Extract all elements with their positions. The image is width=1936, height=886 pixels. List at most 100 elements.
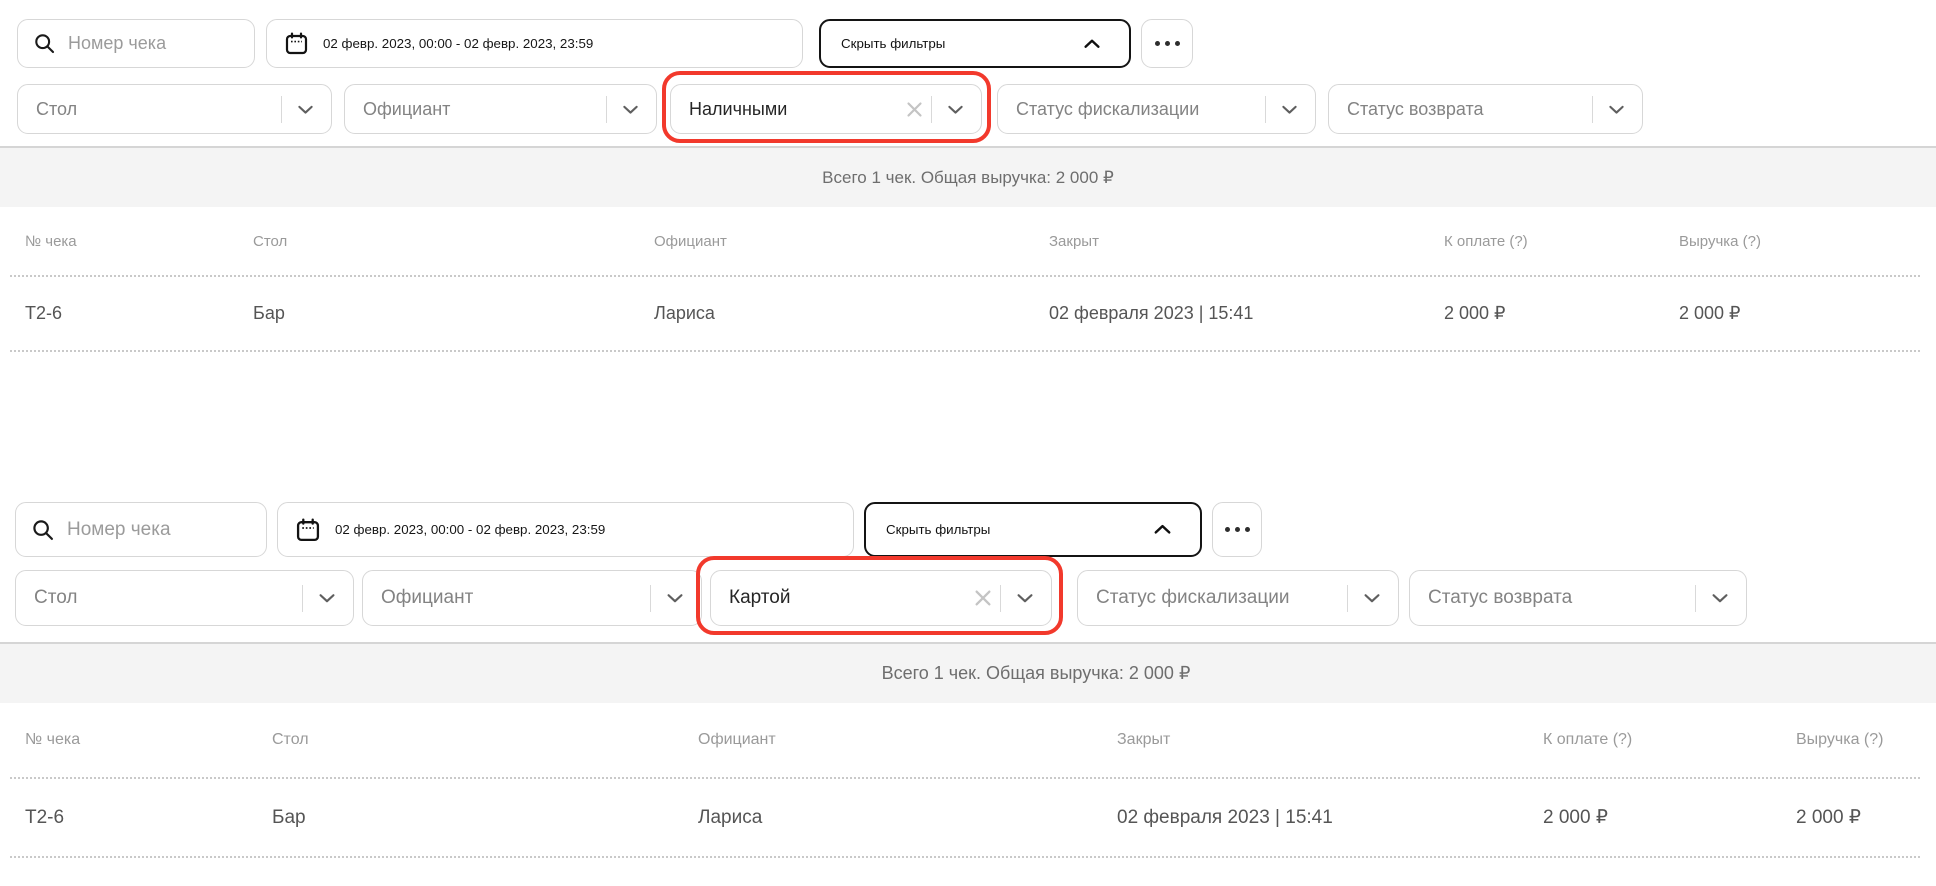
divider	[281, 96, 283, 123]
hide-filters-button[interactable]: Скрыть фильтры	[819, 19, 1131, 68]
col-receipt-number: № чека	[25, 233, 253, 250]
filters-row: Стол Официант Картой	[15, 570, 1936, 626]
waiter-value: Лариса	[698, 807, 1117, 829]
chevron-down-icon	[1279, 99, 1300, 120]
search-icon	[34, 33, 55, 54]
toolbar: 02 февр. 2023, 00:00 - 02 февр. 2023, 23…	[15, 502, 1936, 557]
chevron-down-icon	[1709, 587, 1731, 609]
receipt-number: T2-6	[25, 303, 253, 324]
receipt-number: T2-6	[25, 807, 272, 829]
col-waiter: Официант	[654, 233, 1049, 250]
search-input[interactable]	[67, 519, 250, 541]
divider	[302, 585, 304, 612]
chevron-up-icon	[1151, 518, 1174, 541]
more-options-button[interactable]	[1141, 19, 1193, 68]
three-dots-icon	[1225, 527, 1250, 532]
summary-bar: Всего 1 чек. Общая выручка: 2 000 ₽	[0, 642, 1936, 703]
filter-payment-wrap: Картой	[710, 570, 1052, 626]
filter-table-label: Стол	[36, 99, 273, 120]
closed-value: 02 февраля 2023 | 15:41	[1049, 303, 1444, 324]
divider	[931, 96, 933, 123]
date-range-label: 02 февр. 2023, 00:00 - 02 февр. 2023, 23…	[323, 36, 593, 51]
to-pay-value: 2 000 ₽	[1444, 303, 1679, 324]
filter-payment-dropdown[interactable]: Картой	[710, 570, 1052, 626]
toolbar: 02 февр. 2023, 00:00 - 02 февр. 2023, 23…	[17, 19, 1936, 68]
table-header: № чека Стол Официант Закрыт К оплате (?)…	[10, 703, 1920, 777]
revenue-value: 2 000 ₽	[1796, 806, 1920, 829]
filter-fiscal-status-dropdown[interactable]: Статус фискализации	[1077, 570, 1399, 626]
filter-waiter-label: Официант	[363, 99, 598, 120]
col-table: Стол	[272, 731, 698, 749]
filter-refund-status-label: Статус возврата	[1428, 587, 1687, 609]
filter-refund-status-dropdown[interactable]: Статус возврата	[1328, 84, 1643, 134]
table-row[interactable]: T2-6 Бар Лариса 02 февраля 2023 | 15:41 …	[10, 777, 1920, 858]
search-input[interactable]	[68, 33, 238, 54]
chevron-down-icon	[620, 99, 641, 120]
calendar-icon	[296, 518, 320, 542]
filter-payment-value: Наличными	[689, 99, 906, 120]
closed-value: 02 февраля 2023 | 15:41	[1117, 807, 1543, 829]
waiter-value: Лариса	[654, 303, 1049, 324]
hide-filters-button[interactable]: Скрыть фильтры	[864, 502, 1202, 557]
filter-fiscal-status-dropdown[interactable]: Статус фискализации	[997, 84, 1316, 134]
filter-payment-wrap: Наличными	[670, 84, 982, 134]
table-row[interactable]: T2-6 Бар Лариса 02 февраля 2023 | 15:41 …	[10, 275, 1920, 352]
chevron-down-icon	[664, 587, 686, 609]
filter-table-dropdown[interactable]: Стол	[15, 570, 354, 626]
filter-waiter-dropdown[interactable]: Официант	[344, 84, 657, 134]
table-header: № чека Стол Официант Закрыт К оплате (?)…	[10, 207, 1920, 275]
col-receipt-number: № чека	[25, 731, 272, 749]
three-dots-icon	[1155, 41, 1180, 46]
search-box[interactable]	[17, 19, 255, 68]
receipts-page: 02 февр. 2023, 00:00 - 02 февр. 2023, 23…	[0, 0, 1936, 886]
divider	[1695, 585, 1697, 612]
chevron-down-icon	[1606, 99, 1627, 120]
filter-waiter-label: Официант	[381, 587, 642, 609]
filter-payment-value: Картой	[729, 587, 974, 609]
filter-fiscal-status-label: Статус фискализации	[1016, 99, 1257, 120]
col-to-pay: К оплате (?)	[1444, 233, 1679, 250]
divider	[606, 96, 608, 123]
summary-text: Всего 1 чек. Общая выручка: 2 000 ₽	[822, 168, 1114, 188]
col-closed: Закрыт	[1117, 731, 1543, 749]
receipts-panel-card: 02 февр. 2023, 00:00 - 02 февр. 2023, 23…	[0, 502, 1936, 858]
chevron-down-icon	[945, 99, 966, 120]
col-closed: Закрыт	[1049, 233, 1444, 250]
divider	[1347, 585, 1349, 612]
col-revenue: Выручка (?)	[1796, 731, 1920, 749]
hide-filters-label: Скрыть фильтры	[886, 522, 990, 537]
filters-row: Стол Официант Наличными	[17, 84, 1936, 134]
date-range-button[interactable]: 02 февр. 2023, 00:00 - 02 февр. 2023, 23…	[277, 502, 854, 557]
to-pay-value: 2 000 ₽	[1543, 806, 1796, 829]
chevron-down-icon	[1014, 587, 1036, 609]
search-icon	[32, 519, 54, 541]
clear-filter-icon[interactable]	[974, 589, 992, 607]
summary-text: Всего 1 чек. Общая выручка: 2 000 ₽	[882, 663, 1191, 684]
more-options-button[interactable]	[1212, 502, 1262, 557]
divider	[1592, 96, 1594, 123]
table-value: Бар	[272, 807, 698, 829]
col-table: Стол	[253, 233, 654, 250]
filter-waiter-dropdown[interactable]: Официант	[362, 570, 702, 626]
chevron-down-icon	[295, 99, 316, 120]
filter-refund-status-label: Статус возврата	[1347, 99, 1584, 120]
divider	[1000, 585, 1002, 612]
filter-refund-status-dropdown[interactable]: Статус возврата	[1409, 570, 1747, 626]
clear-filter-icon[interactable]	[906, 101, 923, 118]
date-range-button[interactable]: 02 февр. 2023, 00:00 - 02 февр. 2023, 23…	[266, 19, 803, 68]
table-value: Бар	[253, 303, 654, 324]
filter-payment-dropdown[interactable]: Наличными	[670, 84, 982, 134]
divider	[1265, 96, 1267, 123]
chevron-up-icon	[1081, 33, 1103, 55]
receipts-panel-cash: 02 февр. 2023, 00:00 - 02 февр. 2023, 23…	[0, 19, 1936, 352]
col-revenue: Выручка (?)	[1679, 233, 1920, 250]
calendar-icon	[285, 32, 308, 55]
filter-fiscal-status-label: Статус фискализации	[1096, 587, 1339, 609]
filter-table-label: Стол	[34, 587, 294, 609]
search-box[interactable]	[15, 502, 267, 557]
revenue-value: 2 000 ₽	[1679, 303, 1920, 324]
filter-table-dropdown[interactable]: Стол	[17, 84, 332, 134]
date-range-label: 02 февр. 2023, 00:00 - 02 февр. 2023, 23…	[335, 522, 605, 537]
chevron-down-icon	[1361, 587, 1383, 609]
summary-bar: Всего 1 чек. Общая выручка: 2 000 ₽	[0, 146, 1936, 207]
